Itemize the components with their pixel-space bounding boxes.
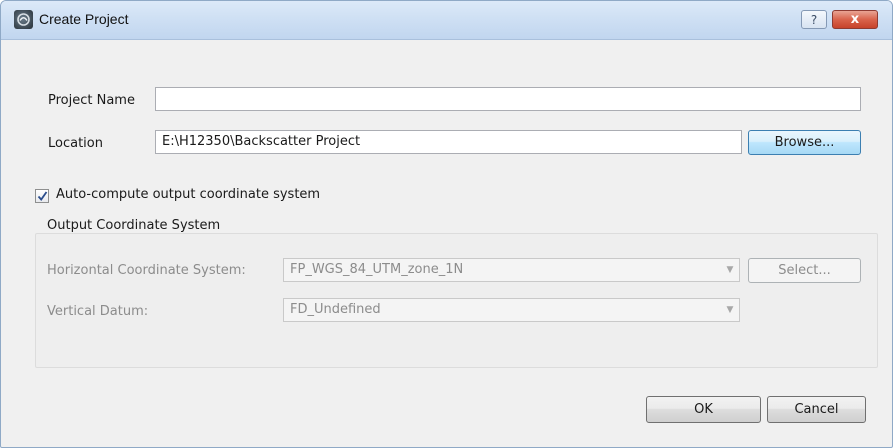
vertical-datum-label: Vertical Datum: [47,304,149,319]
location-label: Location [48,136,103,151]
vertical-datum-select[interactable]: FD_Undefined ▼ [283,298,740,322]
close-button[interactable]: x [832,10,878,29]
vertical-datum-value: FD_Undefined [290,302,381,317]
chevron-down-icon: ▼ [726,305,734,315]
horizontal-cs-value: FP_WGS_84_UTM_zone_1N [290,262,464,277]
create-project-dialog: Create Project ? x Project Name Location… [0,0,893,448]
output-cs-heading: Output Coordinate System [47,218,221,233]
dialog-body: Project Name Location E:\H12350\Backscat… [7,40,885,439]
project-name-input[interactable] [155,87,861,111]
select-button[interactable]: Select... [748,258,861,283]
horizontal-cs-label: Horizontal Coordinate System: [47,263,246,278]
location-input[interactable]: E:\H12350\Backscatter Project [155,130,742,154]
auto-compute-checkbox[interactable] [35,189,49,203]
help-button[interactable]: ? [801,10,827,29]
cancel-button[interactable]: Cancel [767,396,866,423]
checkmark-icon [37,191,48,201]
title-bar[interactable]: Create Project ? x [1,1,892,40]
dialog-title: Create Project [39,11,129,27]
horizontal-cs-select[interactable]: FP_WGS_84_UTM_zone_1N ▼ [283,258,740,282]
auto-compute-label[interactable]: Auto-compute output coordinate system [56,187,320,202]
ok-button[interactable]: OK [646,396,761,423]
project-name-label: Project Name [48,93,135,108]
browse-button[interactable]: Browse... [748,130,861,155]
chevron-down-icon: ▼ [726,265,734,275]
app-icon [14,10,33,29]
